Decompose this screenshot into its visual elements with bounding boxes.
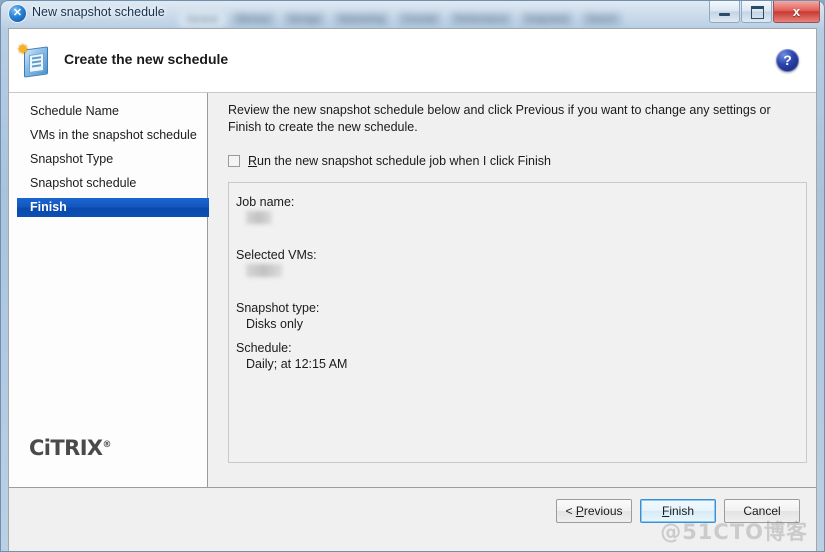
help-icon[interactable]: ? (776, 49, 799, 72)
sidebar-item-vms-in-schedule[interactable]: VMs in the snapshot schedule (9, 126, 208, 145)
dialog-footer: < Previous Finish Cancel @51CTO博客 (9, 487, 816, 552)
redacted-value (246, 264, 282, 277)
sidebar-item-finish[interactable]: Finish (17, 198, 216, 217)
page-title: Create the new schedule (64, 51, 229, 67)
summary-panel: Job name: Selected VMs: Snapshot type: D… (228, 182, 807, 463)
cancel-button[interactable]: Cancel (724, 499, 800, 523)
minimize-button[interactable] (709, 1, 740, 23)
sidebar-item-schedule-name[interactable]: Schedule Name (9, 102, 208, 121)
summary-value: Daily; at 12:15 AM (246, 357, 348, 371)
summary-label: Selected VMs: (236, 248, 317, 262)
sidebar-item-snapshot-type[interactable]: Snapshot Type (9, 150, 208, 169)
maximize-button[interactable] (741, 1, 772, 23)
run-job-checkbox-label[interactable]: Run the new snapshot schedule job when I… (248, 154, 551, 168)
minimize-icon (719, 13, 730, 16)
summary-item-selected-vms: Selected VMs: (236, 247, 317, 279)
dialog-header: ✸ Create the new schedule ? (9, 29, 816, 93)
redacted-value (246, 211, 272, 224)
wizard-sidebar: Schedule Name VMs in the snapshot schedu… (9, 93, 216, 489)
citrix-logo: CiTRIX® (29, 436, 112, 460)
sidebar-item-snapshot-schedule[interactable]: Snapshot schedule (9, 174, 208, 193)
summary-label: Job name: (236, 195, 295, 209)
dialog-body: Schedule Name VMs in the snapshot schedu… (9, 93, 816, 489)
summary-item-snapshot-type: Snapshot type: Disks only (236, 300, 319, 332)
title-bar[interactable]: ✕ New snapshot schedule x (0, 0, 825, 28)
summary-value: Disks only (246, 317, 303, 331)
schedule-page-shape (29, 52, 44, 73)
maximize-icon (751, 6, 764, 19)
x-circle-icon: ✕ (9, 5, 26, 22)
finish-button[interactable]: Finish (640, 499, 716, 523)
run-job-checkbox[interactable] (228, 155, 240, 167)
close-icon: x (792, 4, 801, 19)
run-job-checkbox-row[interactable]: Run the new snapshot schedule job when I… (228, 154, 551, 168)
wizard-step-list: Schedule Name VMs in the snapshot schedu… (9, 102, 216, 222)
summary-item-job-name: Job name: (236, 194, 294, 226)
intro-text: Review the new snapshot schedule below a… (228, 103, 771, 134)
summary-item-schedule: Schedule: Daily; at 12:15 AM (236, 340, 347, 372)
window-title: New snapshot schedule (32, 5, 165, 19)
previous-button[interactable]: < Previous (556, 499, 632, 523)
application-window: General Memory Storage Networking Consol… (0, 0, 825, 552)
starburst-icon: ✸ (17, 41, 29, 57)
close-button[interactable]: x (773, 1, 820, 23)
window-controls: x (708, 1, 820, 23)
dialog: ✸ Create the new schedule ? Schedule Nam… (8, 28, 817, 552)
summary-label: Snapshot type: (236, 301, 320, 315)
new-schedule-icon: ✸ (17, 41, 53, 79)
button-bar: < Previous Finish Cancel (556, 499, 800, 523)
summary-label: Schedule: (236, 341, 292, 355)
dialog-content: Review the new snapshot schedule below a… (209, 93, 816, 489)
